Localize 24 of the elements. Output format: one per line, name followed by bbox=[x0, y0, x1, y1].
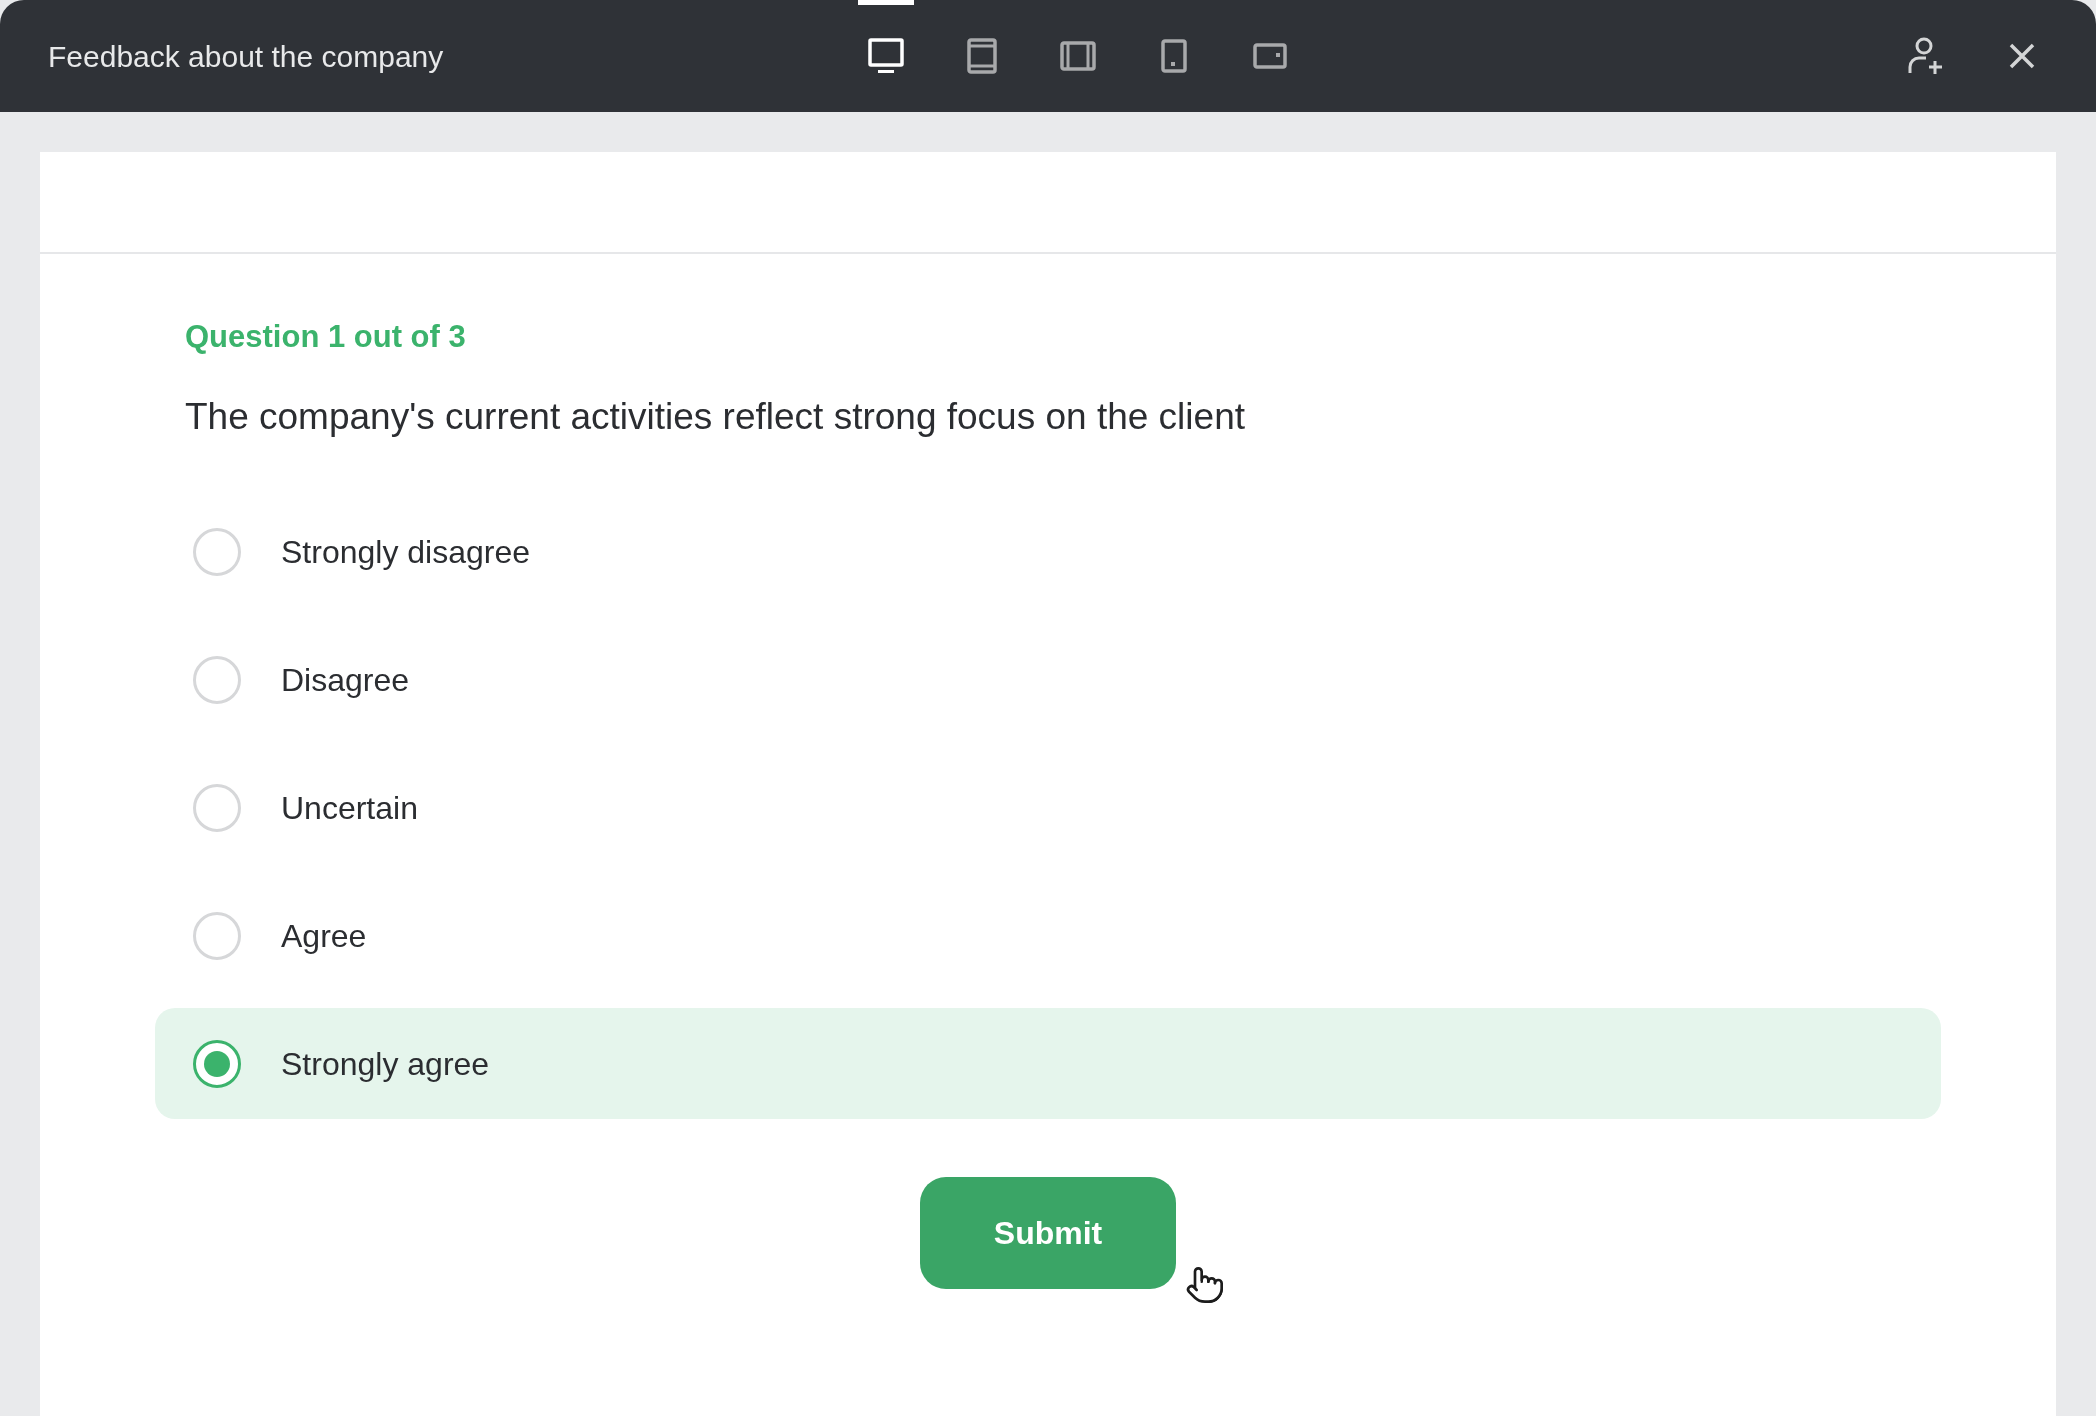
radio-button[interactable] bbox=[193, 655, 241, 704]
answer-option[interactable]: Strongly disagree bbox=[155, 496, 1941, 607]
option-label: Strongly disagree bbox=[281, 532, 531, 572]
window-title: Feedback about the company bbox=[48, 38, 445, 75]
monitor-icon bbox=[868, 38, 904, 74]
option-label: Strongly agree bbox=[281, 1044, 490, 1084]
radio-button[interactable] bbox=[193, 527, 241, 576]
answer-option[interactable]: Agree bbox=[155, 880, 1941, 991]
radio-button[interactable] bbox=[193, 911, 241, 960]
radio-button[interactable] bbox=[193, 1039, 241, 1088]
option-label: Uncertain bbox=[281, 788, 418, 828]
phone-landscape-icon bbox=[1253, 43, 1287, 69]
close-icon bbox=[2008, 42, 2036, 70]
tablet-icon bbox=[967, 38, 997, 74]
radio-button[interactable] bbox=[193, 783, 241, 832]
question-text: The company's current activities reflect strong focus on the client bbox=[185, 394, 1246, 439]
tablet-landscape-icon bbox=[1060, 41, 1096, 71]
phone-icon bbox=[1161, 39, 1187, 73]
option-label: Agree bbox=[281, 916, 367, 956]
question-counter: Question 1 out of 3 bbox=[185, 318, 467, 356]
option-label: Disagree bbox=[281, 660, 410, 700]
answer-option[interactable]: Strongly agree bbox=[155, 1008, 1941, 1119]
answer-option[interactable]: Uncertain bbox=[155, 752, 1941, 863]
answer-option[interactable]: Disagree bbox=[155, 624, 1941, 735]
